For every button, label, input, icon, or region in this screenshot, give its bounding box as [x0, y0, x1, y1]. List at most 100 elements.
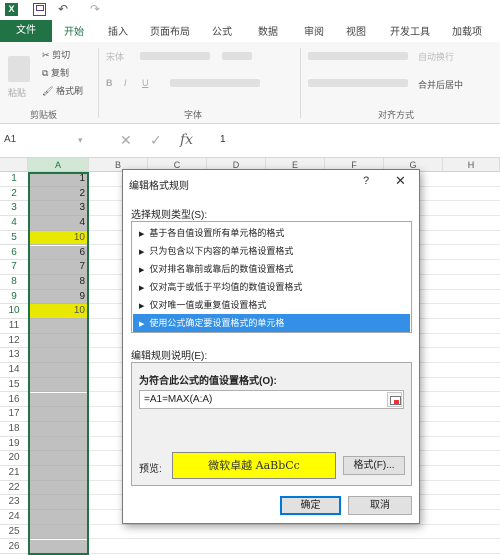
formula-input[interactable]: =A1=MAX(A:A) — [139, 390, 404, 409]
format-painter-button[interactable]: 🖌 格式刷 — [42, 84, 83, 97]
row-header[interactable]: 11 — [0, 319, 28, 334]
row-header[interactable]: 4 — [0, 216, 28, 231]
cell-a[interactable]: 6 — [28, 245, 88, 261]
cell-a[interactable]: 1 — [28, 172, 88, 187]
cell-a[interactable]: 2 — [28, 186, 88, 202]
row-header[interactable]: 3 — [0, 201, 28, 217]
row-header[interactable]: 9 — [0, 290, 28, 305]
row-header[interactable]: 13 — [0, 348, 28, 364]
cell-a[interactable] — [28, 392, 88, 408]
tab-developer[interactable]: 开发工具 — [390, 23, 430, 38]
rule-type-list[interactable]: ▶ 基于各自值设置所有单元格的格式 ▶ 只为包含以下内容的单元格设置格式 ▶ 仅对排名靠前… — [131, 221, 412, 333]
cell-a[interactable] — [28, 524, 88, 540]
copy-button[interactable]: ⧉ 复制 — [42, 66, 69, 79]
underline-button[interactable]: U — [142, 78, 149, 88]
row-header[interactable]: 12 — [0, 334, 28, 349]
cell-a[interactable] — [28, 436, 88, 452]
cancel-button[interactable]: 取消 — [348, 496, 412, 515]
redo-icon[interactable]: ↷ — [90, 3, 103, 16]
row-header[interactable]: 5 — [0, 231, 28, 246]
formula-value[interactable]: 1 — [220, 134, 226, 145]
cell-a[interactable]: 9 — [28, 289, 88, 305]
name-box[interactable]: A1 — [4, 134, 16, 145]
row-header[interactable]: 15 — [0, 378, 28, 393]
font-tools-row[interactable] — [170, 79, 260, 87]
insert-function-icon[interactable]: fx — [180, 132, 193, 148]
rule-type-item[interactable]: ▶ 仅对高于或低于平均值的数值设置格式 — [133, 278, 410, 296]
rule-type-item[interactable]: ▶ 只为包含以下内容的单元格设置格式 — [133, 242, 410, 260]
rule-type-item[interactable]: ▶ 使用公式确定要设置格式的单元格 — [133, 314, 410, 332]
font-name-field[interactable] — [140, 52, 210, 60]
tab-data[interactable]: 数据 — [258, 23, 278, 38]
cell-a[interactable] — [28, 466, 88, 481]
wrap-text-button[interactable]: 自动换行 — [418, 50, 454, 63]
bold-button[interactable]: B — [106, 78, 113, 88]
row-header[interactable]: 24 — [0, 510, 28, 525]
cell-a[interactable] — [28, 480, 88, 496]
table-row[interactable] — [88, 525, 500, 540]
paste-button[interactable]: 粘贴 — [8, 86, 26, 99]
align-tools-row-2[interactable] — [308, 79, 408, 87]
cell-a[interactable]: 4 — [28, 216, 88, 231]
row-header[interactable]: 20 — [0, 451, 28, 466]
namebox-dropdown-icon[interactable]: ▾ — [78, 135, 83, 146]
row-header[interactable]: 2 — [0, 187, 28, 202]
cell-a[interactable] — [28, 539, 88, 555]
cell-a[interactable] — [28, 348, 88, 364]
cell-a[interactable] — [28, 319, 88, 334]
row-header[interactable]: 16 — [0, 393, 28, 408]
align-tools-row-1[interactable] — [308, 52, 408, 60]
row-header[interactable]: 6 — [0, 246, 28, 261]
row-header[interactable]: 18 — [0, 422, 28, 437]
tab-page-layout[interactable]: 页面布局 — [150, 23, 190, 38]
table-row[interactable] — [88, 540, 500, 555]
paste-icon[interactable] — [8, 56, 30, 82]
cell-a[interactable] — [28, 510, 88, 525]
row-header[interactable]: 21 — [0, 466, 28, 481]
cell-a[interactable] — [28, 495, 88, 511]
font-name-select[interactable]: 宋体 — [106, 50, 124, 63]
undo-icon[interactable]: ↶ — [58, 3, 71, 16]
rule-type-item[interactable]: ▶ 仅对排名靠前或靠后的数值设置格式 — [133, 260, 410, 278]
tab-view[interactable]: 视图 — [346, 23, 366, 38]
column-header-a[interactable]: A — [28, 158, 89, 172]
row-header[interactable]: 26 — [0, 540, 28, 555]
cell-a[interactable] — [28, 333, 88, 349]
tab-insert[interactable]: 插入 — [108, 23, 128, 38]
font-size-field[interactable] — [222, 52, 252, 60]
row-header[interactable]: 22 — [0, 481, 28, 496]
confirm-entry-icon[interactable]: ✓ — [150, 132, 162, 149]
tab-addins[interactable]: 加载项 — [452, 23, 482, 38]
help-button[interactable]: ? — [363, 175, 369, 187]
rule-type-item[interactable]: ▶ 仅对唯一值或重复值设置格式 — [133, 296, 410, 314]
cell-a[interactable] — [28, 363, 88, 378]
cell-a[interactable]: 7 — [28, 260, 88, 275]
cancel-entry-icon[interactable]: ✕ — [120, 132, 132, 149]
tab-formulas[interactable]: 公式 — [212, 23, 232, 38]
cell-a[interactable]: 8 — [28, 274, 88, 290]
row-header[interactable]: 8 — [0, 275, 28, 290]
column-header-h[interactable]: H — [443, 158, 500, 172]
merge-center-button[interactable]: 合并后居中 — [418, 78, 463, 91]
cut-button[interactable]: ✂ 剪切 — [42, 48, 70, 61]
select-all-corner[interactable] — [0, 158, 28, 172]
row-header[interactable]: 7 — [0, 260, 28, 275]
tab-home[interactable]: 开始 — [60, 23, 88, 44]
cell-a[interactable] — [28, 421, 88, 437]
rule-type-item[interactable]: ▶ 基于各自值设置所有单元格的格式 — [133, 224, 410, 242]
row-header[interactable]: 17 — [0, 407, 28, 422]
cell-a[interactable] — [28, 407, 88, 422]
collapse-dialog-icon[interactable] — [387, 392, 402, 407]
save-icon[interactable] — [33, 3, 46, 16]
italic-button[interactable]: I — [124, 78, 127, 88]
row-header[interactable]: 14 — [0, 363, 28, 378]
format-button[interactable]: 格式(F)... — [343, 456, 405, 475]
row-header[interactable]: 1 — [0, 172, 28, 187]
row-header[interactable]: 25 — [0, 525, 28, 540]
tab-file[interactable]: 文件 — [0, 20, 52, 42]
cell-a[interactable]: 10 — [28, 230, 88, 246]
ok-button[interactable]: 确定 — [280, 496, 341, 515]
cell-a[interactable] — [28, 451, 88, 466]
row-header[interactable]: 10 — [0, 304, 28, 319]
close-icon[interactable]: ✕ — [395, 173, 406, 189]
